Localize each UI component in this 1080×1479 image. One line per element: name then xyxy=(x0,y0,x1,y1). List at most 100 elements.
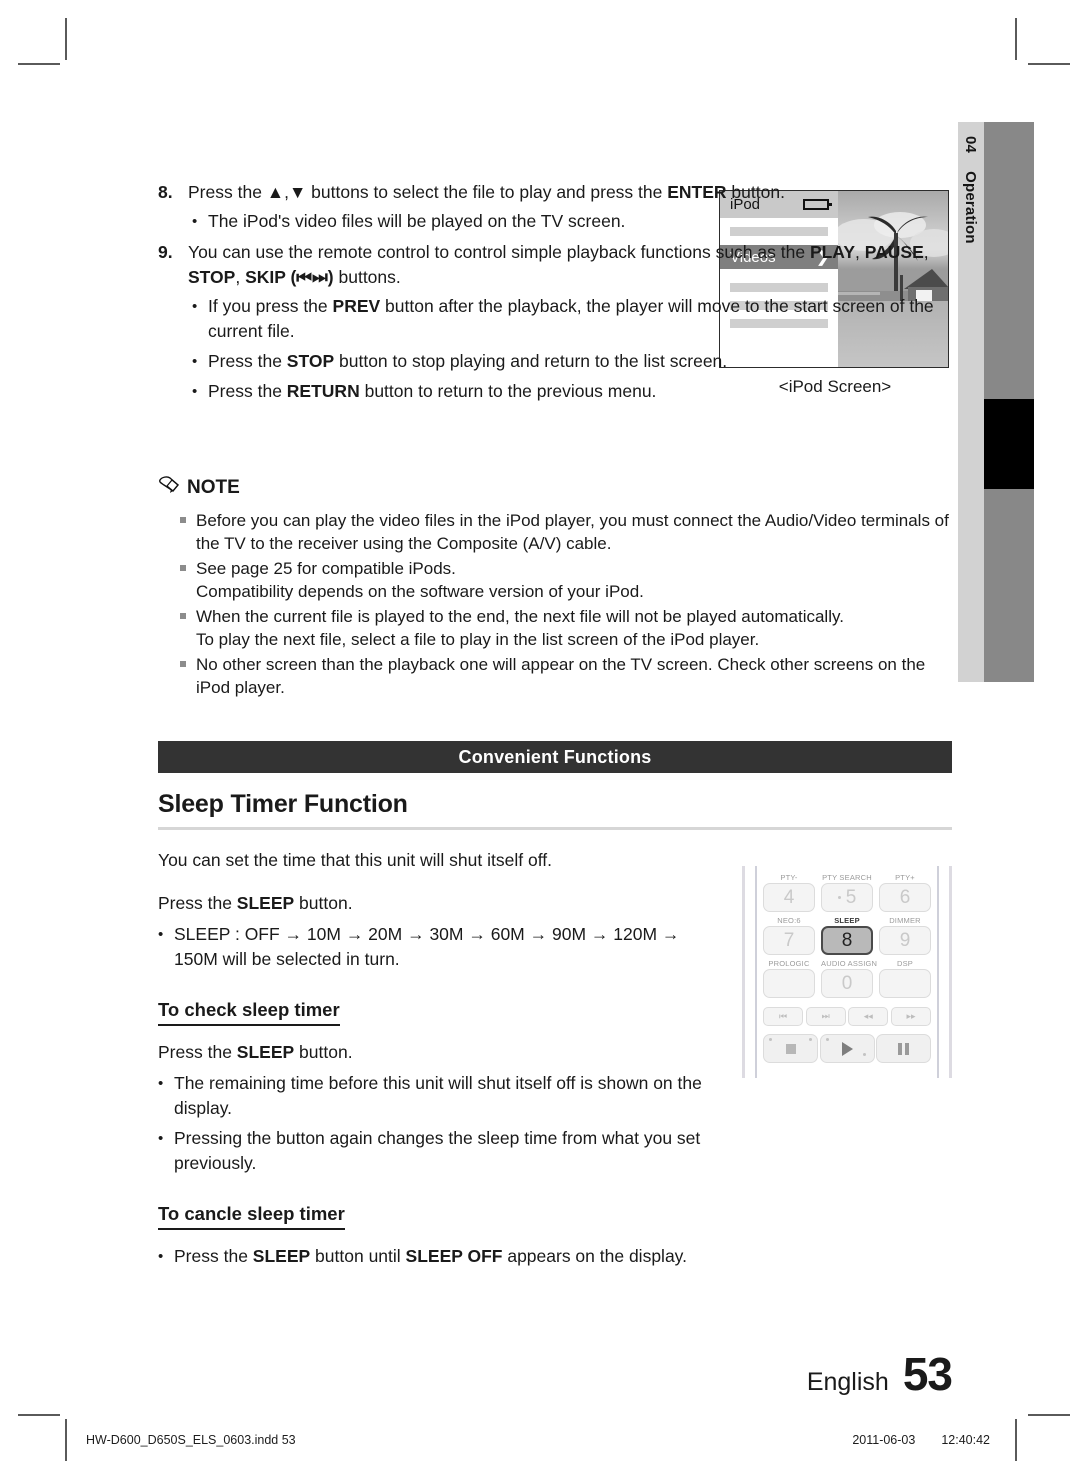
footer-timestamp: 2011-06-03 12:40:42 xyxy=(852,1433,990,1447)
chapter-number: 04 xyxy=(962,136,980,154)
step-1-bullet-0-seg-0: If you press the xyxy=(208,296,333,316)
stop-icon xyxy=(785,1043,796,1054)
step-1-text-seg-1: PLAY xyxy=(809,242,856,262)
remote-key-cell: DSP xyxy=(879,958,931,998)
step-1-bullet-1-seg-1: STOP xyxy=(286,351,335,371)
remote-key-label: PTY- xyxy=(780,873,798,882)
cancel-sleep-bullet-text: Press the SLEEP button until SLEEP OFF a… xyxy=(174,1244,728,1269)
remote-key-button[interactable]: 4 xyxy=(763,883,815,912)
remote-key-digit: 4 xyxy=(783,886,795,908)
remote-keypad: PTY- 4 PTY SEARCH 5 PTY+ 6 NEO:6 7 SLEEP 8 DIMMER 9… xyxy=(763,872,931,1063)
chapter-name: Operation xyxy=(962,171,980,244)
remote-key-label: PTY SEARCH xyxy=(822,873,872,882)
remote-transport-button[interactable]: ◂◂ xyxy=(848,1007,889,1026)
sleep-press-instruction: Press the SLEEP button. xyxy=(158,891,728,916)
remote-inner-edge-left xyxy=(755,866,757,1078)
check-sleep-timer-bullets: • The remaining time before this unit wil… xyxy=(158,1071,728,1176)
note-item: When the current file is played to the e… xyxy=(158,605,958,651)
remote-key-cell: NEO:6 7 xyxy=(763,915,815,955)
remote-playback-row xyxy=(763,1034,931,1063)
pencil-icon xyxy=(158,476,180,500)
crop-mark-top-right-v xyxy=(1015,18,1017,60)
bullet-text: The iPod's video files will be played on… xyxy=(208,209,952,234)
step-bullet: • Press the RETURN button to return to th… xyxy=(158,379,952,404)
remote-key-button[interactable]: 0 xyxy=(821,969,873,998)
bullet-dot-icon: • xyxy=(192,383,198,400)
square-bullet-icon xyxy=(180,557,196,603)
section-header-bar: Convenient Functions xyxy=(158,741,952,773)
stop-button[interactable] xyxy=(763,1034,818,1063)
step-1-bullet-0-seg-1: PREV xyxy=(332,296,381,316)
step-1-bullet-2-seg-1: RETURN xyxy=(286,381,360,401)
remote-key-cell: PTY SEARCH 5 xyxy=(821,872,873,912)
pause-icon xyxy=(898,1042,909,1055)
check-sleep-bullet-text: The remaining time before this unit will… xyxy=(174,1071,728,1121)
remote-key-button[interactable]: 7 xyxy=(763,926,815,955)
pause-button[interactable] xyxy=(876,1034,931,1063)
footer-file-name: HW-D600_D650S_ELS_0603.indd 53 xyxy=(86,1433,296,1447)
remote-inner-edge-right xyxy=(937,866,939,1078)
step-1-bullet-1-seg-0: Press the xyxy=(208,351,287,371)
step-0-bullet-0-seg-0: The iPod's video files will be played on… xyxy=(208,211,626,231)
note-heading: NOTE xyxy=(158,476,958,500)
step-bullet: • The iPod's video files will be played o… xyxy=(158,209,952,234)
chapter-tab-label: 04 Operation xyxy=(958,122,984,682)
bullet-dot-icon: • xyxy=(158,1130,164,1147)
remote-key-button[interactable]: 9 xyxy=(879,926,931,955)
remote-key-button[interactable]: 8 xyxy=(821,926,873,955)
remote-transport-button[interactable]: ⏭ xyxy=(805,1007,846,1026)
check-sleep-bullet: • Pressing the button again changes the s… xyxy=(158,1126,728,1176)
play-button[interactable] xyxy=(819,1034,875,1063)
remote-transport-button[interactable]: ⏮ xyxy=(763,1007,803,1026)
remote-key-cell: AUDIO ASSIGN 0 xyxy=(821,958,877,998)
remote-key-digit: 5 xyxy=(845,886,857,908)
check-sleep-bullet-text: Pressing the button again changes the sl… xyxy=(174,1126,728,1176)
step-number: 9. xyxy=(158,242,173,262)
sleep-sequence-bullet: • SLEEP : OFF → 10M → 20M → 30M → 60M → … xyxy=(158,922,728,972)
note-block: NOTE Before you can play the video files… xyxy=(158,476,958,701)
page-number: 53 xyxy=(902,1348,953,1400)
step-1-bullet-2-seg-2: button to return to the previous menu. xyxy=(359,381,657,401)
note-item-text: When the current file is played to the e… xyxy=(196,607,844,649)
step-1-text-seg-8: buttons. xyxy=(333,267,401,287)
instruction-step: 8. Press the ▲,▼ buttons to select the fi… xyxy=(158,180,952,205)
footer-date: 2011-06-03 xyxy=(852,1433,916,1447)
chapter-tab: 04 Operation xyxy=(958,122,984,682)
sleep-timer-intro: You can set the time that this unit will… xyxy=(158,850,552,870)
remote-key-cell: DIMMER 9 xyxy=(879,915,931,955)
cancel-sleep-0-seg-2: button until xyxy=(310,1246,406,1266)
remote-key-digit: 8 xyxy=(841,929,853,951)
square-bullet-icon xyxy=(180,653,196,699)
remote-transport-button[interactable]: ▸▸ xyxy=(890,1007,931,1026)
check-press-seg-1: SLEEP xyxy=(236,1042,295,1062)
step-number: 8. xyxy=(158,182,173,202)
step-bullet-list: • If you press the PREV button after the … xyxy=(158,294,952,404)
step-0-text-seg-0: Press the xyxy=(188,182,267,202)
sleep-press-seg-1: SLEEP xyxy=(236,893,295,913)
remote-key-digit: 9 xyxy=(899,929,911,951)
note-item-list: Before you can play the video files in t… xyxy=(158,509,958,699)
cancel-sleep-bullet: • Press the SLEEP button until SLEEP OFF … xyxy=(158,1244,728,1269)
remote-key-digit: 0 xyxy=(841,972,853,994)
remote-key-button[interactable] xyxy=(763,969,815,998)
remote-key-row: NEO:6 7 SLEEP 8 DIMMER 9 xyxy=(763,915,931,955)
remote-key-button[interactable]: 5 xyxy=(821,883,873,912)
remote-key-button[interactable] xyxy=(879,969,931,998)
step-1-text-seg-0: You can use the remote control to contro… xyxy=(188,242,810,262)
step-0-text-seg-3: ENTER xyxy=(667,182,727,202)
crop-mark-top-right-h xyxy=(1028,63,1070,65)
cancel-sleep-0-seg-1: SLEEP xyxy=(252,1246,311,1266)
bullet-text: If you press the PREV button after the p… xyxy=(208,294,952,344)
remote-key-cell: PROLOGIC xyxy=(763,958,815,998)
remote-key-cell: SLEEP 8 xyxy=(821,915,873,955)
bullet-dot-icon: • xyxy=(192,298,198,315)
step-1-bullet-2-seg-0: Press the xyxy=(208,381,287,401)
remote-key-digit: 6 xyxy=(899,886,911,908)
step-1-text-seg-4: , xyxy=(923,242,929,262)
remote-key-label: PROLOGIC xyxy=(768,959,810,968)
section-header-title: Convenient Functions xyxy=(458,746,652,767)
remote-key-button[interactable]: 6 xyxy=(879,883,931,912)
remote-key-label: DSP xyxy=(896,959,914,968)
check-sleep-bullet: • The remaining time before this unit wil… xyxy=(158,1071,728,1121)
sleep-press-seg-0: Press the xyxy=(158,893,237,913)
